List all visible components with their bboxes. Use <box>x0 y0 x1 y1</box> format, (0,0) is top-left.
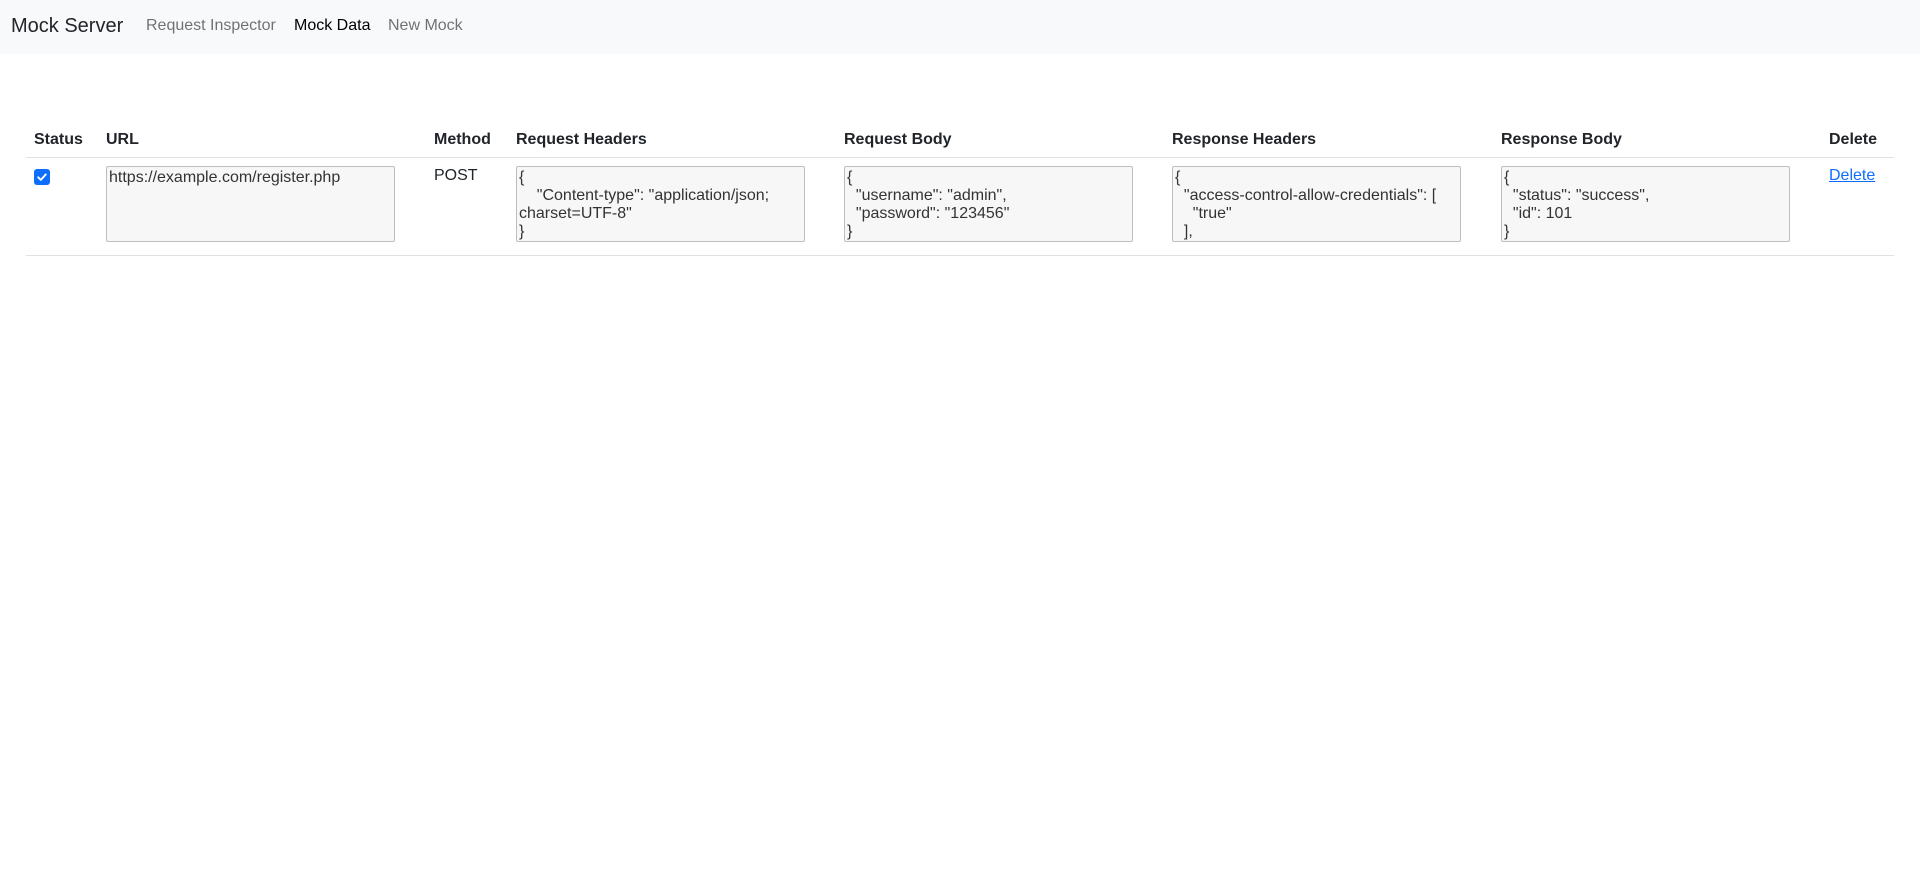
url-textarea[interactable]: https://example.com/register.php <box>106 166 395 242</box>
delete-link[interactable]: Delete <box>1829 167 1875 184</box>
header-request-headers: Request Headers <box>508 124 836 158</box>
url-cell: https://example.com/register.php <box>98 157 426 256</box>
request-headers-textarea[interactable]: { "Content-type": "application/json; cha… <box>516 166 805 242</box>
delete-cell: Delete <box>1821 157 1894 256</box>
header-request-body: Request Body <box>836 124 1164 158</box>
method-cell: POST <box>426 157 508 256</box>
response-body-cell: { "status": "success", "id": 101 } <box>1493 157 1821 256</box>
header-method: Method <box>426 124 508 158</box>
brand-link[interactable]: Mock Server <box>11 13 123 39</box>
table-header-row: Status URL Method Request Headers Reques… <box>26 124 1894 158</box>
response-headers-cell: { "access-control-allow-credentials": [ … <box>1164 157 1493 256</box>
header-url: URL <box>98 124 426 158</box>
nav-link-request-inspector[interactable]: Request Inspector <box>146 15 276 37</box>
status-cell <box>26 157 98 256</box>
nav-link-mock-data[interactable]: Mock Data <box>294 15 370 37</box>
request-body-cell: { "username": "admin", "password": "1234… <box>836 157 1164 256</box>
request-headers-cell: { "Content-type": "application/json; cha… <box>508 157 836 256</box>
status-checkbox[interactable] <box>34 169 50 185</box>
header-status: Status <box>26 124 98 158</box>
mock-data-table: Status URL Method Request Headers Reques… <box>26 124 1894 256</box>
table-row: https://example.com/register.php POST { … <box>26 157 1894 256</box>
header-response-body: Response Body <box>1493 124 1821 158</box>
request-body-textarea[interactable]: { "username": "admin", "password": "1234… <box>844 166 1133 242</box>
response-headers-textarea[interactable]: { "access-control-allow-credentials": [ … <box>1172 166 1461 242</box>
method-value: POST <box>434 167 478 184</box>
header-delete: Delete <box>1821 124 1894 158</box>
nav-link-new-mock[interactable]: New Mock <box>388 15 463 37</box>
checkmark-icon <box>37 173 47 181</box>
header-response-headers: Response Headers <box>1164 124 1493 158</box>
response-body-textarea[interactable]: { "status": "success", "id": 101 } <box>1501 166 1790 242</box>
navbar: Mock Server Request Inspector Mock Data … <box>0 0 1920 54</box>
